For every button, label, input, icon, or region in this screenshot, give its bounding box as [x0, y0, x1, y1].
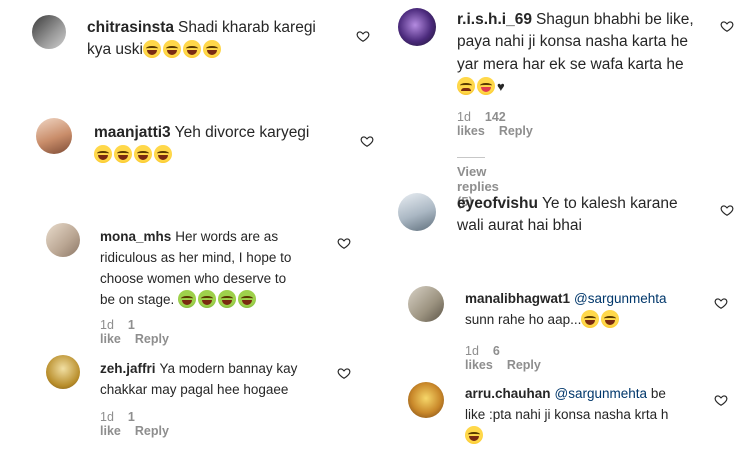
comment-meta: 1d 1 like Reply — [100, 410, 183, 438]
laugh-emoji — [134, 145, 152, 164]
laugh-emoji — [154, 145, 172, 164]
avatar[interactable] — [408, 382, 444, 418]
username[interactable]: mona_mhs — [100, 229, 171, 244]
avatar[interactable] — [32, 15, 66, 49]
heart-outline-icon[interactable] — [714, 296, 728, 310]
comment-text: maanjatti3 Yeh divorce karyegi — [94, 122, 354, 167]
mention-link[interactable]: @sargunmehta — [574, 291, 667, 306]
username[interactable]: maanjatti3 — [94, 124, 171, 141]
laugh-emoji — [183, 40, 201, 59]
comment-text: arru.chauhan @sargunmehta be like :pta na… — [465, 384, 705, 447]
laugh-emoji — [581, 309, 600, 328]
comment-text: r.i.s.h.i_69 Shagun bhabhi be like, paya … — [457, 11, 694, 96]
timestamp: 1d — [100, 318, 114, 332]
heart-outline-icon[interactable] — [360, 134, 374, 148]
reply-button[interactable]: Reply — [135, 424, 169, 438]
comment-meta: 1d 6 likes Reply — [465, 344, 555, 372]
laugh-emoji — [163, 40, 181, 59]
heart-outline-icon[interactable] — [720, 203, 734, 217]
laugh-emoji — [143, 40, 161, 59]
avatar[interactable] — [408, 286, 444, 322]
laugh-emoji — [465, 425, 483, 444]
comment-text: eyeofvishu Ye to kalesh karane wali aurat… — [457, 195, 678, 235]
heart-outline-icon[interactable] — [337, 366, 351, 380]
tongue-emoji — [477, 77, 495, 96]
comment-text: mona_mhs Her words are as ridiculous as h… — [100, 229, 292, 308]
username[interactable]: r.i.s.h.i_69 — [457, 11, 532, 28]
avatar[interactable] — [46, 355, 80, 389]
username[interactable]: manalibhagwat1 — [465, 291, 570, 306]
avatar[interactable] — [36, 118, 72, 154]
green-emoji — [218, 289, 237, 308]
avatar[interactable] — [398, 8, 436, 46]
comment-text: manalibhagwat1 @sargunmehta sunn rahe ho … — [465, 291, 667, 328]
green-emoji — [198, 289, 217, 308]
reply-button[interactable]: Reply — [135, 332, 169, 346]
username[interactable]: arru.chauhan — [465, 386, 551, 401]
laugh-emoji — [203, 40, 221, 59]
heart-outline-icon[interactable] — [337, 236, 351, 250]
username[interactable]: eyeofvishu — [457, 195, 538, 212]
comment-meta: 1d 142 likes Reply — [457, 110, 547, 138]
avatar[interactable] — [46, 223, 80, 257]
reply-button[interactable]: Reply — [507, 358, 541, 372]
laugh-emoji — [601, 309, 620, 328]
comment-meta: 1d 1 like Reply — [100, 318, 183, 346]
green-emoji — [178, 289, 197, 308]
username[interactable]: chitrasinsta — [87, 19, 174, 36]
comment-text: zeh.jaffri Ya modern bannay kay chakkar m… — [100, 361, 298, 397]
heart-outline-icon[interactable] — [714, 393, 728, 407]
username[interactable]: zeh.jaffri — [100, 361, 156, 376]
timestamp: 1d — [100, 410, 114, 424]
laugh-emoji — [114, 145, 132, 164]
laugh-emoji — [94, 145, 112, 164]
reply-button[interactable]: Reply — [499, 124, 533, 138]
sad-emoji — [457, 77, 475, 96]
green-emoji — [238, 289, 257, 308]
heart-emoji: ♥ — [497, 79, 505, 95]
timestamp: 1d — [465, 344, 479, 358]
mention-link[interactable]: @sargunmehta — [555, 386, 648, 401]
avatar[interactable] — [398, 193, 436, 231]
heart-outline-icon[interactable] — [356, 29, 370, 43]
divider — [457, 157, 485, 159]
heart-outline-icon[interactable] — [720, 19, 734, 33]
timestamp: 1d — [457, 110, 471, 124]
comment-text: chitrasinsta Shadi kharab karegi kya uski — [87, 19, 316, 59]
